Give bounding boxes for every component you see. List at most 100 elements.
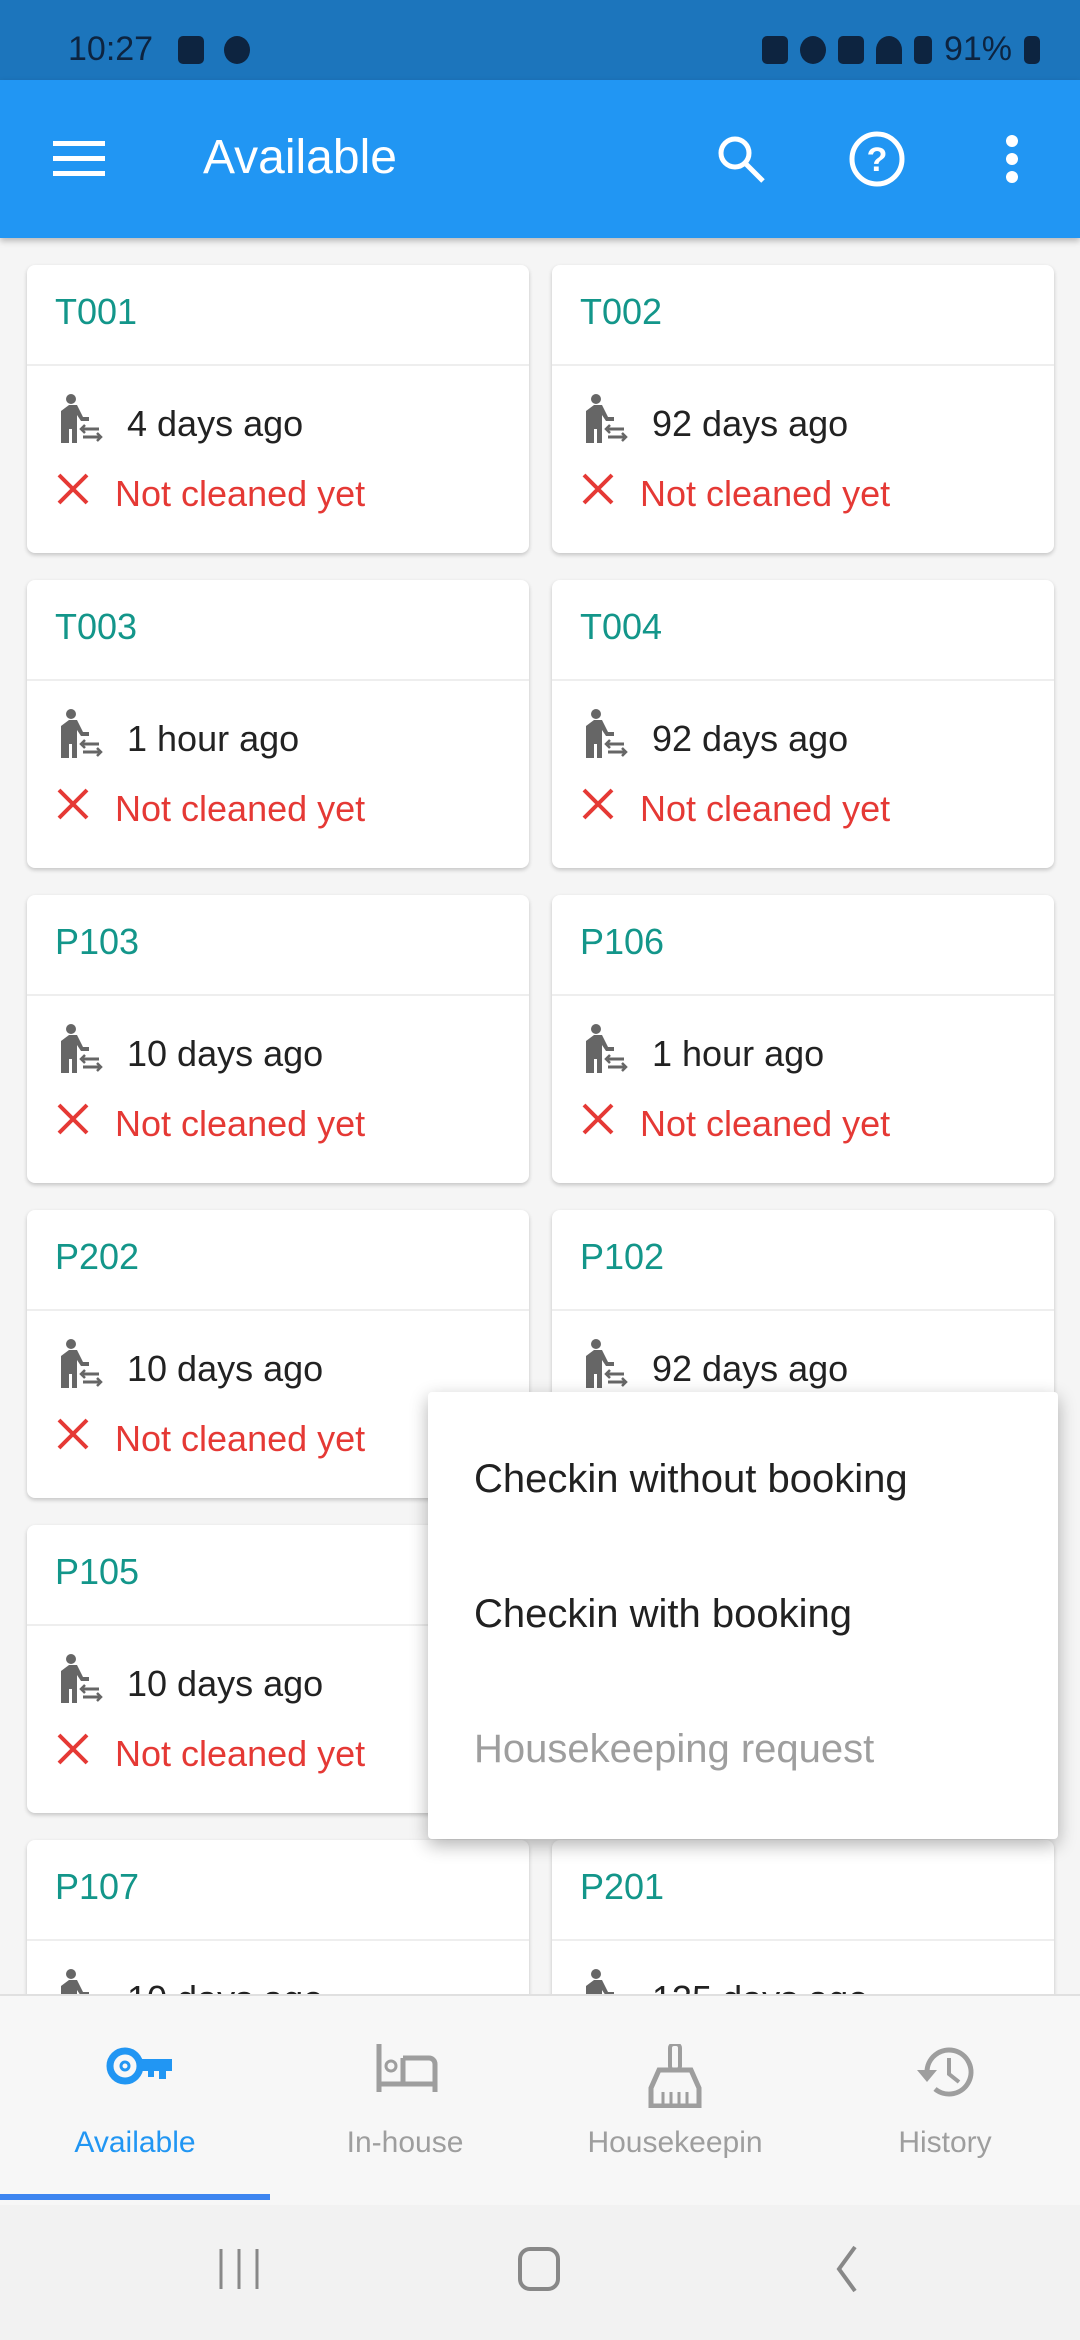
- room-name: T001: [55, 291, 138, 332]
- alarm-icon: [799, 35, 826, 64]
- status-row: Not cleaned yet: [578, 469, 890, 518]
- tab-label: In-house: [346, 2126, 464, 2159]
- room-name: P106: [580, 921, 665, 962]
- last-checkout: 92 days ago: [652, 402, 849, 444]
- room-name: P107: [55, 1866, 140, 1907]
- cleaning-status: Not cleaned yet: [115, 787, 366, 829]
- tab-in-house[interactable]: In-house: [270, 1996, 540, 2205]
- gallery-icon: [178, 36, 204, 64]
- more-options-button[interactable]: [978, 125, 1046, 193]
- divider: [27, 364, 529, 366]
- last-checkout: 10 days ago: [127, 1032, 324, 1074]
- cleaning-status: Not cleaned yet: [640, 787, 891, 829]
- room-card[interactable]: T001 4 days ago Not cleaned yet: [27, 265, 529, 553]
- cleaning-status: Not cleaned yet: [115, 1417, 366, 1459]
- checkout-walk-icon: [578, 708, 630, 769]
- last-checkout: 1 hour ago: [127, 717, 300, 759]
- help-button[interactable]: ?: [843, 125, 911, 193]
- divider: [27, 679, 529, 681]
- room-card[interactable]: T004 92 days ago Not cleaned yet: [552, 580, 1054, 868]
- last-checkout: 10 days ago: [127, 1662, 324, 1704]
- close-icon: [53, 1414, 93, 1463]
- status-row: Not cleaned yet: [53, 1099, 365, 1148]
- battery-icon: [1024, 35, 1040, 64]
- home-button[interactable]: [515, 2245, 565, 2293]
- room-card[interactable]: T002 92 days ago Not cleaned yet: [552, 265, 1054, 553]
- close-icon: [578, 784, 618, 833]
- close-icon: [53, 1729, 93, 1778]
- status-time: 10:27: [68, 30, 154, 68]
- messenger-icon: [224, 36, 250, 64]
- last-checkout-row: 10 days ago: [53, 1023, 323, 1084]
- status-row: Not cleaned yet: [53, 469, 365, 518]
- last-checkout: 4 days ago: [127, 402, 304, 444]
- cleaning-status: Not cleaned yet: [115, 472, 366, 514]
- room-name: T003: [55, 606, 138, 647]
- checkout-walk-icon: [53, 1653, 105, 1714]
- status-row: Not cleaned yet: [578, 1099, 890, 1148]
- checkout-walk-icon: [53, 708, 105, 769]
- close-icon: [53, 784, 93, 833]
- last-checkout-row: 4 days ago: [53, 393, 303, 454]
- room-name: T002: [580, 291, 663, 332]
- signal-icon: [913, 35, 932, 64]
- menu-item-checkin-without-booking[interactable]: Checkin without booking: [474, 1457, 908, 1502]
- active-tab-indicator: [0, 2194, 270, 2200]
- room-card[interactable]: T003 1 hour ago Not cleaned yet: [27, 580, 529, 868]
- close-icon: [53, 1099, 93, 1148]
- cleaning-status: Not cleaned yet: [115, 1732, 366, 1774]
- last-checkout-row: 92 days ago: [578, 708, 848, 769]
- divider: [552, 994, 1054, 996]
- status-row: Not cleaned yet: [53, 784, 365, 833]
- battery-saver-icon: [761, 35, 788, 64]
- popup-menu: Checkin without booking Checkin with boo…: [428, 1392, 1058, 1839]
- status-row: Not cleaned yet: [578, 784, 890, 833]
- help-icon: ?: [849, 131, 905, 187]
- wifi-icon: [875, 35, 902, 64]
- room-card[interactable]: P106 1 hour ago Not cleaned yet: [552, 895, 1054, 1183]
- recent-apps-button[interactable]: [215, 2245, 265, 2293]
- last-checkout: 92 days ago: [652, 717, 849, 759]
- svg-text:?: ?: [867, 141, 888, 179]
- divider: [27, 1939, 529, 1941]
- status-bar: 10:27 91%: [0, 0, 1080, 80]
- divider: [552, 1309, 1054, 1311]
- divider: [552, 679, 1054, 681]
- divider: [27, 994, 529, 996]
- tab-history[interactable]: History: [810, 1996, 1080, 2205]
- room-name: T004: [580, 606, 663, 647]
- last-checkout-row: 92 days ago: [578, 1338, 848, 1399]
- close-icon: [578, 469, 618, 518]
- battery-percent: 91%: [943, 30, 1012, 68]
- cleaning-status: Not cleaned yet: [640, 1102, 891, 1144]
- room-name: P103: [55, 921, 140, 962]
- menu-icon: [53, 141, 105, 176]
- menu-button[interactable]: [45, 125, 113, 193]
- last-checkout-row: 10 days ago: [53, 1338, 323, 1399]
- status-row: Not cleaned yet: [53, 1729, 365, 1778]
- tab-label: Housekeepin: [587, 2126, 763, 2159]
- room-name: P105: [55, 1551, 140, 1592]
- tab-available[interactable]: Available: [0, 1996, 270, 2205]
- last-checkout-row: 10 days ago: [53, 1653, 323, 1714]
- room-card[interactable]: P103 10 days ago Not cleaned yet: [27, 895, 529, 1183]
- search-icon: [718, 136, 765, 183]
- cleaning-status: Not cleaned yet: [115, 1102, 366, 1144]
- system-navigation-bar: [0, 2205, 1080, 2340]
- checkout-walk-icon: [53, 1023, 105, 1084]
- checkout-walk-icon: [53, 393, 105, 454]
- last-checkout-row: 1 hour ago: [53, 708, 299, 769]
- checkout-walk-icon: [53, 1338, 105, 1399]
- close-icon: [578, 1099, 618, 1148]
- tab-housekeeping[interactable]: Housekeepin: [540, 1996, 810, 2205]
- tab-label: History: [898, 2126, 992, 2159]
- last-checkout: 10 days ago: [127, 1347, 324, 1389]
- close-icon: [53, 469, 93, 518]
- bottom-navigation: Available In-house Housekeepin History: [0, 1994, 1080, 2205]
- checkout-walk-icon: [578, 1338, 630, 1399]
- search-button[interactable]: [707, 125, 775, 193]
- menu-item-checkin-with-booking[interactable]: Checkin with booking: [474, 1592, 852, 1637]
- back-button[interactable]: [825, 2245, 865, 2293]
- more-vert-icon: [1006, 135, 1018, 183]
- mute-icon: [837, 35, 864, 64]
